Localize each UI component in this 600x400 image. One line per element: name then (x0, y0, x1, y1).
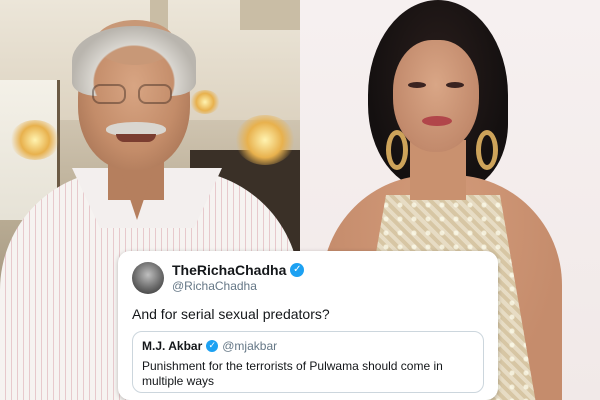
display-name[interactable]: TheRichaChadha (172, 262, 286, 278)
grey-hair (72, 26, 196, 96)
avatar[interactable] (132, 262, 164, 294)
quoted-tweet-header: M.J. Akbar ✓ @mjakbar (142, 339, 474, 353)
tweet-text: And for serial sexual predators? (132, 306, 330, 322)
chandelier-light (10, 120, 60, 160)
quoted-display-name[interactable]: M.J. Akbar (142, 339, 202, 353)
tweet-card[interactable]: TheRichaChadha ✓ @RichaChadha And for se… (118, 251, 498, 400)
verified-badge-icon: ✓ (290, 263, 305, 277)
user-handle[interactable]: @RichaChadha (172, 278, 304, 294)
chandelier-light (190, 90, 220, 114)
earring (386, 130, 408, 170)
eye (408, 82, 426, 88)
ceiling-vent (240, 0, 300, 30)
tweet-header: TheRichaChadha ✓ @RichaChadha (132, 262, 484, 294)
glasses-lens (138, 84, 172, 104)
woman-face (393, 40, 479, 152)
glasses-lens (92, 84, 126, 104)
quoted-user-handle[interactable]: @mjakbar (222, 339, 277, 353)
verified-badge-icon: ✓ (206, 340, 219, 352)
quoted-tweet-text: Punishment for the terrorists of Pulwama… (142, 359, 443, 388)
eye (446, 82, 464, 88)
tweet-author: TheRichaChadha ✓ @RichaChadha (172, 262, 305, 294)
chandelier-light (235, 115, 295, 165)
quoted-tweet[interactable]: M.J. Akbar ✓ @mjakbar Punishment for the… (132, 331, 484, 393)
smile (116, 134, 156, 142)
display-name-row: TheRichaChadha ✓ (172, 262, 305, 278)
earring (476, 130, 498, 170)
lips (422, 116, 452, 126)
